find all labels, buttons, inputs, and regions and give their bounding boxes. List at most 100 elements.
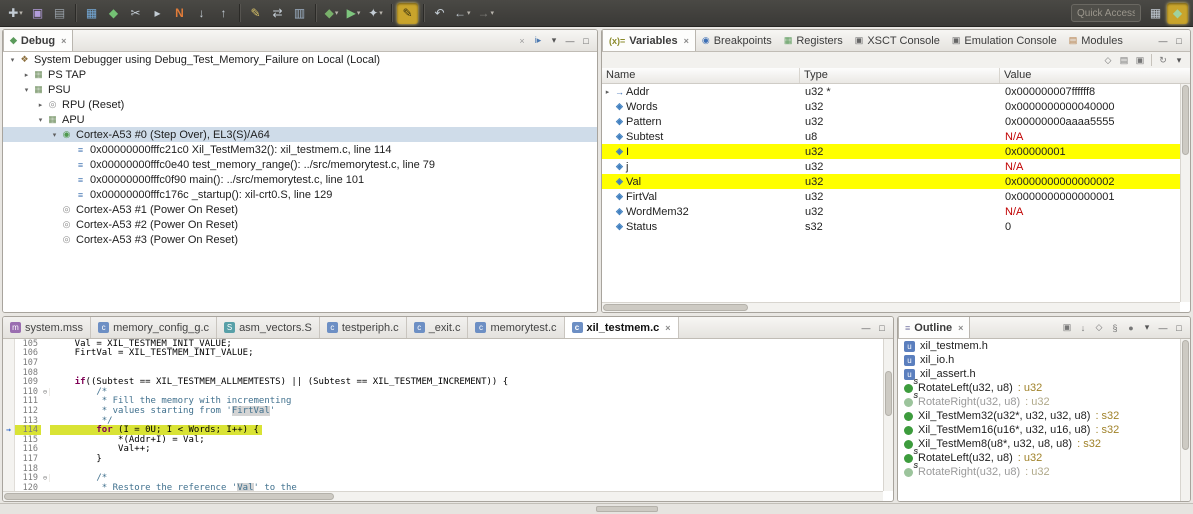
debug-tree-item[interactable]: ≡0x00000000fffc176c _startup(): xil-crt0… (3, 187, 597, 202)
editor-vertical-scrollbar[interactable] (883, 339, 893, 491)
code-line[interactable]: 108 (3, 368, 883, 378)
outline-item[interactable]: Xil_TestMem16(u16*, u32, u16, u8) : s32 (898, 423, 1180, 437)
instruction-stepping-mode-icon[interactable]: i▸ (530, 34, 546, 48)
minimize-icon[interactable]: — (562, 34, 578, 48)
hide-fields-icon[interactable]: ◇ (1091, 321, 1107, 335)
debug-tree-item[interactable]: ▾◉Cortex-A53 #0 (Step Over), EL3(S)/A64 (3, 127, 597, 142)
expander-icon[interactable]: ▸ (602, 88, 613, 96)
close-icon[interactable]: × (61, 36, 66, 46)
variable-row[interactable]: ◈Subtestu8N/A (602, 129, 1180, 144)
variable-row[interactable]: ◈Valu320x0000000000000002 (602, 174, 1180, 189)
scrollbar-thumb[interactable] (1182, 85, 1189, 155)
back-icon[interactable]: ←▾ (451, 3, 474, 24)
tab-emulation-console[interactable]: ▣Emulation Console (946, 30, 1063, 51)
variables-vertical-scrollbar[interactable] (1180, 84, 1190, 302)
editor-tab-system-mss[interactable]: msystem.mss (3, 317, 91, 338)
debug-tree-item[interactable]: ▾▦PSU (3, 82, 597, 97)
variable-row[interactable]: ◈WordMem32u32N/A (602, 204, 1180, 219)
new-icon[interactable]: ✚▾ (5, 3, 26, 24)
outline-item[interactable]: SRotateLeft(u32, u8) : u32 (898, 451, 1180, 465)
quick-access-input[interactable] (1071, 4, 1141, 22)
forward-icon[interactable]: →▾ (475, 3, 498, 24)
code-line[interactable]: 111 * Fill the memory with incrementing (3, 397, 883, 407)
variable-row[interactable]: ◈Statuss320 (602, 219, 1180, 234)
editor-horizontal-scrollbar[interactable] (3, 491, 883, 501)
expander-icon[interactable]: ▸ (21, 71, 32, 79)
view-menu-icon[interactable]: ▾ (1139, 321, 1155, 335)
variable-row[interactable]: ◈Wordsu320x0000000000040000 (602, 99, 1180, 114)
code-line[interactable]: →114 for (I = 0U; I < Words; I++) { (3, 425, 883, 435)
expander-icon[interactable]: ▾ (21, 86, 32, 94)
debug-tree-item[interactable]: ◎Cortex-A53 #2 (Power On Reset) (3, 217, 597, 232)
code-line[interactable]: 119⊖ /* (3, 473, 883, 483)
expander-icon[interactable]: ▸ (35, 101, 46, 109)
sort-icon[interactable]: ↓ (1075, 321, 1091, 335)
column-header-type[interactable]: Type (800, 68, 1000, 83)
code-line[interactable]: 118 (3, 464, 883, 474)
code-line[interactable]: 106 FirtVal = XIL_TESTMEM_INIT_VALUE; (3, 349, 883, 359)
export-icon[interactable]: ↑ (213, 3, 234, 24)
tab-outline[interactable]: ≡ Outline × (898, 317, 970, 338)
code-line[interactable]: 110⊖ /* (3, 387, 883, 397)
debug-tree-item[interactable]: ◎Cortex-A53 #1 (Power On Reset) (3, 202, 597, 217)
close-icon[interactable]: × (684, 36, 689, 46)
external-tools-icon[interactable]: ✦▾ (365, 3, 386, 24)
variable-row[interactable]: ▸→Addru32 *0x000000007ffffff8 (602, 84, 1180, 99)
editor-tab-memorytest-c[interactable]: cmemorytest.c (468, 317, 564, 338)
expander-icon[interactable]: ▾ (49, 131, 60, 139)
code-line[interactable]: 112 * values starting from 'FirtVal' (3, 406, 883, 416)
column-header-value[interactable]: Value (1000, 68, 1190, 83)
minimize-icon[interactable]: — (1155, 34, 1171, 48)
tab-xsct-console[interactable]: ▣XSCT Console (849, 30, 946, 51)
code-line[interactable]: 105 Val = XIL_TESTMEM_INIT_VALUE; (3, 339, 883, 349)
code-line[interactable]: 109 if((Subtest == XIL_TESTMEM_ALLMEMTES… (3, 377, 883, 387)
variable-row[interactable]: ◈Patternu320x00000000aaaa5555 (602, 114, 1180, 129)
debug-perspective-icon[interactable]: ◆ (1167, 3, 1188, 24)
save-icon[interactable]: ▣ (27, 3, 48, 24)
outline-item[interactable]: uxil_io.h (898, 353, 1180, 367)
variable-row[interactable]: ◈Iu320x00000001 (602, 144, 1180, 159)
column-header-name[interactable]: Name (602, 68, 800, 83)
program-fpga-icon[interactable]: ▦ (81, 3, 102, 24)
import-icon[interactable]: ↓ (191, 3, 212, 24)
close-icon[interactable]: × (665, 323, 670, 333)
outline-item[interactable]: SRotateRight(u32, u8) : u32 (898, 395, 1180, 409)
variables-horizontal-scrollbar[interactable] (602, 302, 1180, 312)
debug-tree-item[interactable]: ▾▦APU (3, 112, 597, 127)
cut-icon[interactable]: ✂ (125, 3, 146, 24)
tab-debug[interactable]: ◆ Debug × (3, 30, 73, 51)
debug-tree-item[interactable]: ▸▦PS TAP (3, 67, 597, 82)
hide-static-members-icon[interactable]: § (1107, 321, 1123, 335)
expander-icon[interactable]: ▾ (7, 56, 18, 64)
outline-item[interactable]: Xil_TestMem8(u8*, u32, u8, u8) : s32 (898, 437, 1180, 451)
open-perspective-icon[interactable]: ▦ (1145, 3, 1166, 24)
minimize-icon[interactable]: — (1155, 321, 1171, 335)
save-all-icon[interactable]: ▤ (49, 3, 70, 24)
outline-item[interactable]: SRotateRight(u32, u8) : u32 (898, 465, 1180, 479)
collapse-all-icon[interactable]: ▣ (1132, 53, 1148, 67)
outline-vertical-scrollbar[interactable] (1180, 339, 1190, 501)
minimize-icon[interactable]: — (858, 321, 874, 335)
code-line[interactable]: 115 *(Addr+I) = Val; (3, 435, 883, 445)
code-line[interactable]: 107 (3, 358, 883, 368)
view-menu-icon[interactable]: ▾ (546, 34, 562, 48)
program-flash-icon[interactable]: ◆ (103, 3, 124, 24)
code-line[interactable]: 113 */ (3, 416, 883, 426)
hide-non-public-members-icon[interactable]: ● (1123, 321, 1139, 335)
outline-item[interactable]: uxil_assert.h (898, 367, 1180, 381)
mark-occurrences-icon[interactable]: ✎ (397, 3, 418, 24)
outline-item[interactable]: SRotateLeft(u32, u8) : u32 (898, 381, 1180, 395)
annotate-icon[interactable]: ✎ (245, 3, 266, 24)
tab-breakpoints[interactable]: ◉Breakpoints (696, 30, 778, 51)
variable-row[interactable]: ◈ju32N/A (602, 159, 1180, 174)
tab-registers[interactable]: ▦Registers (778, 30, 849, 51)
variable-row[interactable]: ◈FirtValu320x0000000000000001 (602, 189, 1180, 204)
outline-item[interactable]: Xil_TestMem32(u32*, u32, u32, u8) : s32 (898, 409, 1180, 423)
maximize-icon[interactable]: □ (578, 34, 594, 48)
refresh-icon[interactable]: ↻ (1155, 53, 1171, 67)
debug-tree-item[interactable]: ≡0x00000000fffc21c0 Xil_TestMem32(): xil… (3, 142, 597, 157)
collapse-all-icon[interactable]: ▣ (1059, 321, 1075, 335)
show-logical-structures-icon[interactable]: ▤ (1116, 53, 1132, 67)
system-performance-icon[interactable]: ▥ (289, 3, 310, 24)
run-icon[interactable]: ▶▾ (343, 3, 364, 24)
